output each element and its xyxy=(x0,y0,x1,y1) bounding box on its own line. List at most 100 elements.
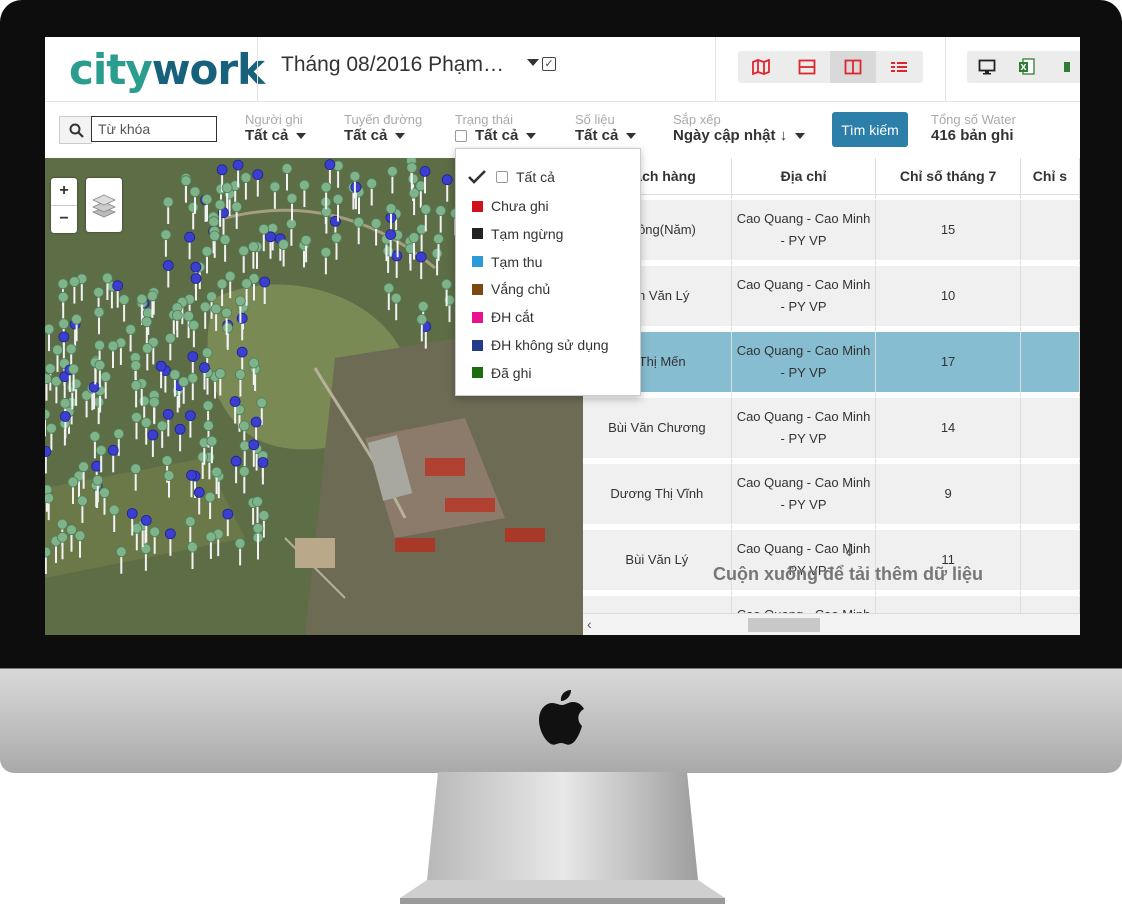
route-filter[interactable]: Tuyến đường Tất cả xyxy=(344,112,422,145)
svg-text:X: X xyxy=(1020,63,1027,72)
chevron-down-icon xyxy=(296,132,307,139)
split-vertical-icon xyxy=(844,59,862,75)
table-row[interactable]: n Hồng(Năm) Cao Quang - Cao Minh - PY VP 1… xyxy=(583,199,1080,261)
checkbox-icon[interactable]: ✓ xyxy=(542,57,556,71)
search-button[interactable] xyxy=(59,116,92,144)
list-view-button[interactable] xyxy=(876,51,922,83)
status-option[interactable]: Tạm thu xyxy=(472,254,542,270)
status-option-label: Tạm thu xyxy=(491,253,543,270)
search-input[interactable] xyxy=(91,116,217,142)
checkbox-icon[interactable] xyxy=(496,171,508,183)
brand-part2: work xyxy=(151,45,265,94)
cell-reading: 15 xyxy=(875,199,1021,261)
cell-address: Cao Quang - Cao Minh - PY VP xyxy=(731,265,877,327)
status-option[interactable]: ĐH không sử dụng xyxy=(472,337,609,353)
color-swatch-icon xyxy=(472,228,483,240)
table-row[interactable]: yễn Văn Lý Cao Quang - Cao Minh - PY VP 10 xyxy=(583,265,1080,327)
cell-address: Cao Quang - Cao Minh - PY VP xyxy=(731,331,877,393)
split-vertical-button[interactable] xyxy=(830,51,876,83)
layers-button[interactable] xyxy=(86,178,122,232)
reader-filter[interactable]: Người ghi Tất cả xyxy=(245,112,307,145)
chevron-down-icon xyxy=(626,132,637,139)
reading-filter-label: Số liệu xyxy=(575,112,615,127)
color-swatch-icon xyxy=(472,367,483,379)
load-more-hint: Cuộn xuống để tải thêm dữ liệu xyxy=(713,564,984,584)
status-option-label: Đã ghi xyxy=(491,364,532,381)
divider xyxy=(715,37,716,101)
zoom-in-button[interactable]: + xyxy=(51,178,77,206)
zoom-out-button[interactable]: − xyxy=(51,206,77,233)
search-submit-button[interactable]: Tìm kiếm xyxy=(832,112,908,147)
route-filter-value: Tất cả xyxy=(344,127,388,144)
cell-address: Cao Quang - Cao Minh - PY VP xyxy=(731,463,877,525)
chevron-down-icon xyxy=(395,132,406,139)
list-icon xyxy=(891,62,907,72)
cell-next xyxy=(1020,331,1080,393)
cell-next xyxy=(1020,265,1080,327)
color-swatch-icon xyxy=(472,200,483,212)
brand-logo[interactable]: citywork xyxy=(69,45,265,94)
total-count-value: 416 bản ghi xyxy=(931,127,1014,144)
status-option-label: Tất cả xyxy=(516,169,555,185)
table-row[interactable]: Dương Thị Vĩnh Cao Quang - Cao Minh - PY … xyxy=(583,463,1080,525)
more-tool-button[interactable] xyxy=(1047,51,1080,83)
status-option[interactable]: Vắng chủ xyxy=(472,281,550,297)
table-row[interactable]: ỗ Thị Mến Cao Quang - Cao Minh - PY VP 17 xyxy=(583,331,1080,393)
color-swatch-icon xyxy=(472,283,483,295)
header-reading[interactable]: Chỉ số tháng 7 xyxy=(875,158,1021,195)
map-view-button[interactable] xyxy=(738,51,784,83)
monitor-button[interactable] xyxy=(967,51,1007,83)
cell-address: Cao Quang - Cao Minh - PY VP xyxy=(731,199,877,261)
reading-filter-value: Tất cả xyxy=(575,127,619,144)
split-horizontal-button[interactable] xyxy=(784,51,830,83)
total-count-label: Tổng số Water xyxy=(931,112,1016,127)
data-table: khách hàng Địa chỉ Chỉ số tháng 7 Chỉ s … xyxy=(583,158,1080,635)
status-filter[interactable]: Trạng thái Tất cả xyxy=(455,112,537,145)
apple-logo-icon xyxy=(539,690,584,745)
cell-next xyxy=(1020,199,1080,261)
cell-customer: Bùi Văn Lý xyxy=(583,529,732,591)
cell-address: Cao Quang - Cao Minh - PY VP xyxy=(731,397,877,459)
checkbox-icon[interactable] xyxy=(455,129,467,142)
cell-next xyxy=(1020,463,1080,525)
color-swatch-icon xyxy=(472,339,483,351)
status-option[interactable]: ĐH cắt xyxy=(472,309,534,325)
app-screen: citywork Tháng 08/2016 Phạm… ✓ X Từ khóa… xyxy=(45,37,1080,635)
layers-icon xyxy=(91,194,117,218)
divider xyxy=(257,37,258,101)
status-option-label: Vắng chủ xyxy=(491,281,551,298)
monitor-stand xyxy=(400,772,725,904)
reading-filter[interactable]: Số liệu Tất cả xyxy=(575,112,637,145)
header-address[interactable]: Địa chỉ xyxy=(731,158,877,195)
checkmark-icon xyxy=(468,170,486,184)
scrollbar-thumb[interactable] xyxy=(748,618,820,632)
search-icon xyxy=(69,123,84,138)
cell-customer: Bùi Văn Chương xyxy=(583,397,732,459)
status-option[interactable]: Tạm ngừng xyxy=(472,226,563,242)
cell-reading: 14 xyxy=(875,397,1021,459)
status-option[interactable]: Chưa ghi xyxy=(472,198,549,214)
sort-filter[interactable]: Sắp xếp Ngày cập nhật ↓ xyxy=(673,112,806,145)
chevron-down-icon xyxy=(526,132,537,139)
table-row[interactable]: Bùi Văn Chương Cao Quang - Cao Minh - PY … xyxy=(583,397,1080,459)
reader-filter-label: Người ghi xyxy=(245,112,303,127)
header-next[interactable]: Chỉ s xyxy=(1020,158,1080,195)
excel-icon xyxy=(1064,62,1070,72)
status-option-all[interactable]: Tất cả xyxy=(468,169,555,185)
chevron-down-icon[interactable] xyxy=(527,59,539,66)
view-mode-group xyxy=(738,51,923,83)
status-filter-value: Tất cả xyxy=(475,127,519,144)
excel-icon: X xyxy=(1019,58,1035,75)
cell-customer: Dương Thị Vĩnh xyxy=(583,463,732,525)
cell-reading: 10 xyxy=(875,265,1021,327)
horizontal-scrollbar[interactable]: ‹ xyxy=(583,613,1080,635)
chevron-left-icon[interactable]: ‹ xyxy=(587,616,592,632)
sort-filter-value: Ngày cập nhật ↓ xyxy=(673,127,788,144)
period-title[interactable]: Tháng 08/2016 Phạm… xyxy=(281,53,504,77)
export-excel-button[interactable]: X xyxy=(1007,51,1047,83)
status-filter-label: Trạng thái xyxy=(455,112,514,127)
cell-next xyxy=(1020,397,1080,459)
status-option-label: Tạm ngừng xyxy=(491,225,564,242)
status-option[interactable]: Đã ghi xyxy=(472,365,531,381)
table-header-row: khách hàng Địa chỉ Chỉ số tháng 7 Chỉ s xyxy=(583,158,1080,195)
